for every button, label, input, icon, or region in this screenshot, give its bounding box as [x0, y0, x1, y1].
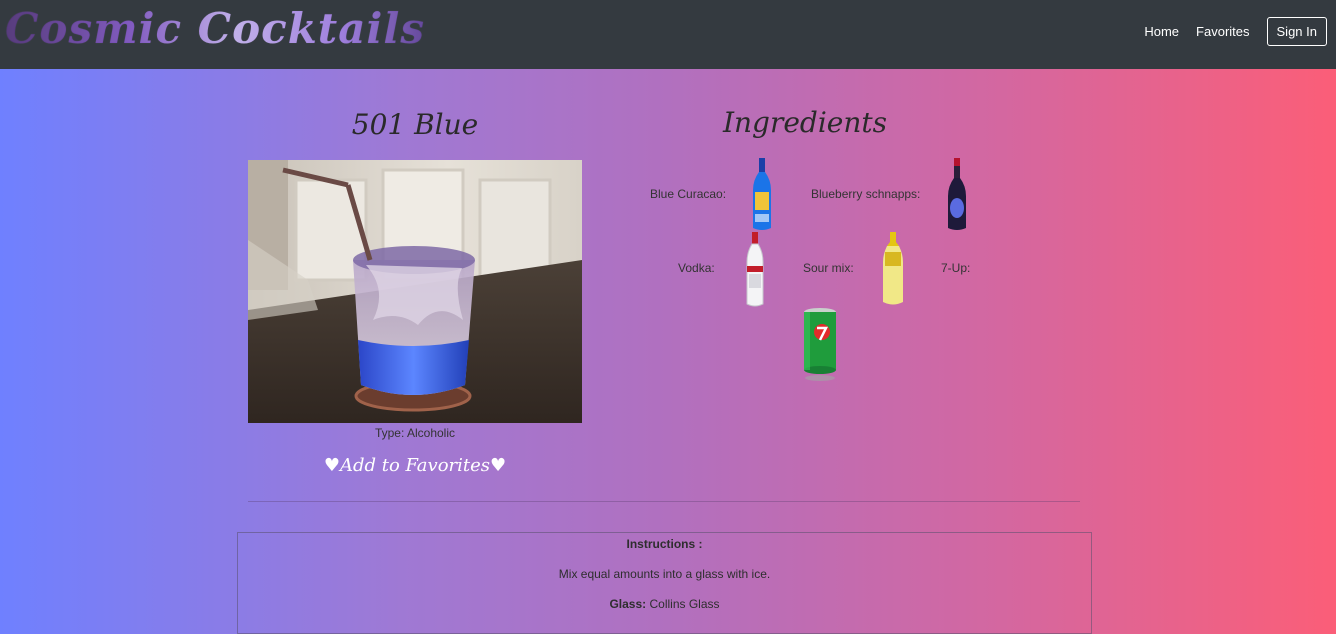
instructions-panel: Instructions : Mix equal amounts into a …	[237, 532, 1092, 634]
ingredient-label: Vodka:	[678, 261, 715, 275]
navbar: Cosmic Cocktails Home Favorites Sign In	[0, 0, 1336, 69]
ingredient-label: Blue Curacao:	[650, 187, 727, 201]
glass-value: Collins Glass	[649, 597, 720, 611]
ingredient-label: Blueberry schnapps:	[811, 187, 921, 201]
sour-mix-bottle-icon	[883, 232, 903, 305]
ingredient-label: 7-Up:	[941, 261, 971, 275]
add-to-favorites-button[interactable]: ♥Add to Favorites♥	[248, 455, 582, 476]
ingredient-label: Sour mix:	[803, 261, 854, 275]
nav-links: Home Favorites Sign In	[1144, 17, 1327, 46]
sign-in-button[interactable]: Sign In	[1266, 17, 1327, 46]
ingredients-heading: Ingredients	[722, 106, 888, 139]
drink-photo	[248, 160, 582, 423]
drink-title: 501 Blue	[351, 108, 479, 141]
blue-curacao-bottle-icon	[753, 158, 771, 230]
nav-home-link[interactable]: Home	[1144, 24, 1179, 39]
brand-logo[interactable]: Cosmic Cocktails	[5, 4, 425, 53]
divider	[248, 501, 1080, 502]
vodka-bottle-icon	[746, 232, 764, 307]
nav-favorites-link[interactable]: Favorites	[1196, 24, 1249, 39]
glass-label: Glass:	[609, 597, 647, 611]
7up-can-icon	[804, 308, 836, 381]
blueberry-schnapps-bottle-icon	[948, 158, 966, 230]
instructions-text: Mix equal amounts into a glass with ice.	[558, 567, 771, 581]
glass-info: Glass: Collins Glass	[238, 597, 1091, 611]
drink-type: Type: Alcoholic	[374, 426, 456, 440]
instructions-heading: Instructions :	[626, 537, 703, 551]
